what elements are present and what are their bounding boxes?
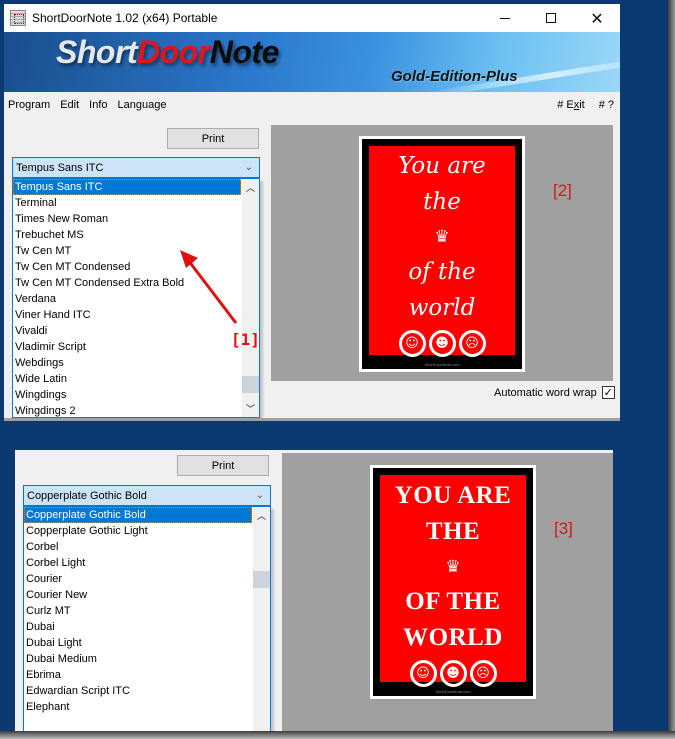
- list-item[interactable]: Edwardian Script ITC: [24, 683, 252, 699]
- annotation-arrow: [180, 250, 238, 324]
- chevron-down-icon[interactable]: ⌄: [245, 162, 253, 173]
- rofl-icon: ☻: [439, 660, 467, 687]
- maximize-button[interactable]: [528, 4, 574, 32]
- tears-of-joy-icon: ☺: [409, 660, 437, 687]
- list-item[interactable]: Corbel: [24, 539, 252, 555]
- scroll-up-icon[interactable]: ︿: [242, 179, 259, 196]
- app-icon[interactable]: [10, 10, 26, 26]
- minimize-icon: [500, 17, 510, 19]
- banner-edition: Gold-Edition-Plus: [391, 68, 518, 85]
- close-button[interactable]: ✕: [574, 4, 620, 32]
- menu-language[interactable]: Language: [118, 99, 167, 111]
- annotation-2: [2]: [553, 181, 572, 200]
- list-item[interactable]: Elephant: [24, 699, 252, 715]
- chevron-down-icon[interactable]: ⌄: [256, 490, 264, 501]
- poster-line: YOU ARE: [394, 482, 512, 509]
- list-item-selected[interactable]: Copperplate Gothic Bold: [24, 507, 252, 523]
- client-area-1: Print Tempus Sans ITC ⌄ Tempus Sans ITC T…: [4, 118, 620, 418]
- title-bar[interactable]: ShortDoorNote 1.02 (x64) Portable ✕: [4, 4, 620, 32]
- list-item[interactable]: Dubai Light: [24, 635, 252, 651]
- screenshot-shadow-bottom: [0, 731, 675, 739]
- poster-preview: You are the ♛ of the world ☺ ☻ ☹ ShortDo…: [359, 136, 525, 372]
- list-item[interactable]: Wingdings: [13, 387, 241, 403]
- poster-line: OF THE: [405, 588, 501, 615]
- annotation-3: [3]: [554, 519, 573, 538]
- annotation-1: [1]: [231, 330, 260, 349]
- word-wrap-label: Automatic word wrap: [494, 386, 597, 399]
- list-item[interactable]: Wide Latin: [13, 371, 241, 387]
- word-wrap-checkbox[interactable]: ✓: [601, 386, 615, 399]
- list-item[interactable]: Times New Roman: [13, 211, 241, 227]
- list-item[interactable]: Curlz MT: [24, 603, 252, 619]
- preview-area[interactable]: You are the ♛ of the world ☺ ☻ ☹ ShortDo…: [271, 125, 613, 381]
- rofl-icon: ☻: [428, 330, 456, 357]
- list-scrollbar-2[interactable]: ︿: [253, 507, 270, 731]
- menu-program[interactable]: Program: [8, 99, 50, 111]
- list-scrollbar[interactable]: ︿ ﹀: [242, 179, 259, 417]
- logo-door: Door: [137, 34, 210, 70]
- font-combo-2-value: Copperplate Gothic Bold: [27, 489, 147, 502]
- menu-bar: Program Edit Info Language # Exit # ?: [4, 92, 620, 118]
- arrow-line: [186, 259, 238, 324]
- menu-help[interactable]: # ?: [599, 99, 614, 111]
- poster-line: WORLD: [403, 624, 503, 651]
- poster-line: THE: [425, 518, 481, 545]
- poster-line: the: [423, 189, 461, 215]
- poster-line: world: [408, 295, 476, 321]
- close-icon: ✕: [590, 8, 604, 28]
- list-item[interactable]: Trebuchet MS: [13, 227, 241, 243]
- scroll-thumb-2[interactable]: [253, 571, 270, 588]
- logo-note: Note: [209, 34, 280, 70]
- menu-exit[interactable]: # Exit: [557, 99, 585, 111]
- font-combo-2[interactable]: Copperplate Gothic Bold ⌄: [23, 485, 271, 506]
- list-item[interactable]: Dubai: [24, 619, 252, 635]
- list-item[interactable]: Dubai Medium: [24, 651, 252, 667]
- font-list-2[interactable]: Copperplate Gothic Bold Copperplate Gothi…: [23, 506, 271, 731]
- list-item[interactable]: Courier New: [24, 587, 252, 603]
- poster-line: of the: [408, 259, 476, 285]
- preview-area-2[interactable]: YOU ARE THE ♛ OF THE WORLD ☺ ☻ ☹ ShortDo…: [282, 453, 613, 731]
- banner: ShortDoorNote Gold-Edition-Plus: [4, 32, 620, 92]
- list-item[interactable]: Vladimir Script: [13, 339, 241, 355]
- list-item[interactable]: Wingdings 2: [13, 403, 241, 417]
- crown-icon: ♛: [445, 557, 461, 577]
- unamused-icon: ☹: [469, 660, 497, 687]
- font-combo-value: Tempus Sans ITC: [16, 161, 104, 174]
- print-button[interactable]: Print: [167, 128, 259, 149]
- list-item[interactable]: Ebrima: [24, 667, 252, 683]
- menu-info[interactable]: Info: [89, 99, 107, 111]
- unamused-icon: ☹: [458, 330, 486, 357]
- list-item[interactable]: Terminal: [13, 195, 241, 211]
- word-wrap-option[interactable]: Automatic word wrap ✓: [494, 386, 615, 399]
- scroll-thumb[interactable]: [242, 376, 259, 393]
- poster-footer: ShortDoorNote.com: [435, 689, 471, 694]
- poster-preview-2: YOU ARE THE ♛ OF THE WORLD ☺ ☻ ☹ ShortDo…: [370, 465, 536, 699]
- menu-edit[interactable]: Edit: [60, 99, 79, 111]
- list-item-selected[interactable]: Tempus Sans ITC: [13, 179, 241, 195]
- list-item[interactable]: Courier: [24, 571, 252, 587]
- window-1-bottom-edge: [4, 418, 620, 421]
- logo-short: Short: [56, 34, 138, 70]
- minimize-button[interactable]: [482, 4, 528, 32]
- tears-of-joy-icon: ☺: [398, 330, 426, 357]
- crown-icon: ♛: [434, 227, 450, 247]
- banner-logo: ShortDoorNote: [56, 34, 279, 71]
- list-item[interactable]: Copperplate Gothic Light: [24, 523, 252, 539]
- poster-footer: ShortDoorNote.com: [424, 362, 460, 367]
- print-button-2[interactable]: Print: [177, 455, 269, 476]
- list-item[interactable]: Corbel Light: [24, 555, 252, 571]
- poster-line: You are: [398, 153, 486, 179]
- screenshot-shadow-right: [668, 0, 675, 739]
- menu-exit-prefix: # E: [557, 99, 574, 111]
- arrow-head: [180, 250, 198, 268]
- font-combo[interactable]: Tempus Sans ITC ⌄: [12, 157, 260, 178]
- maximize-icon: [546, 13, 556, 23]
- client-area-2: Print Copperplate Gothic Bold ⌄ Copperpl…: [15, 450, 613, 731]
- scroll-down-icon[interactable]: ﹀: [242, 400, 259, 417]
- scroll-up-icon[interactable]: ︿: [253, 507, 270, 524]
- list-item[interactable]: Webdings: [13, 355, 241, 371]
- menu-exit-suffix: it: [579, 99, 585, 111]
- window-title: ShortDoorNote 1.02 (x64) Portable: [32, 11, 218, 25]
